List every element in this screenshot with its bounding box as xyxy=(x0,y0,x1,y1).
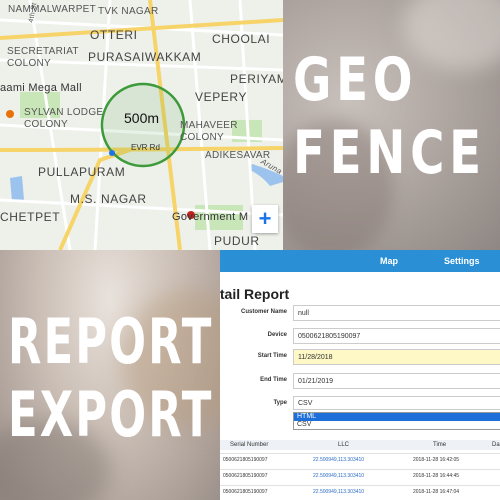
map-label: CHOOLAI xyxy=(212,32,271,46)
map-label: PUDUR xyxy=(214,234,260,248)
cell-serial: 0500621805190097 xyxy=(223,457,268,463)
geo-fence-banner: GEO FENCE xyxy=(283,0,500,250)
device-label: Device xyxy=(267,332,287,338)
cell-llc-link[interactable]: 22.500949,113.303410 xyxy=(313,489,364,495)
fence-heading: FENCE xyxy=(293,118,486,188)
map-pin[interactable] xyxy=(109,150,115,156)
customer-name-label: Customer Name xyxy=(240,309,287,315)
map-label: SYLVAN LODGE COLONY xyxy=(24,107,104,130)
map-pin[interactable] xyxy=(6,110,14,118)
geo-heading: GEO xyxy=(293,45,418,115)
report-app-window: Map Settings Detail Report Customer Name… xyxy=(220,250,500,500)
map-label: MAHAVEER COLONY xyxy=(180,120,238,143)
start-time-row: Start Time 11/28/2018 xyxy=(220,349,500,367)
map-label: Government M xyxy=(172,211,249,223)
map-label: aami Mega Mall xyxy=(0,82,82,94)
geofence-radius-label: 500m xyxy=(124,110,160,126)
table-row[interactable]: 0500621805190097 22.500949,113.303410 20… xyxy=(220,453,500,466)
table-row[interactable]: 0500621805190097 22.500949,113.303410 20… xyxy=(220,485,500,498)
map-label: ADIKESAVAR xyxy=(205,150,271,161)
device-row: Device 0500621805190097 xyxy=(220,328,500,346)
map-label: OTTERI xyxy=(90,28,138,42)
cell-time: 2018-11-28 16:44:45 xyxy=(413,473,460,479)
export-heading: EXPORT xyxy=(8,378,214,451)
type-select[interactable]: CSV xyxy=(293,396,500,410)
column-header[interactable]: Da xyxy=(492,442,500,448)
table-header: Serial Number LLC Time Da xyxy=(220,440,500,450)
report-heading: REPORT xyxy=(8,305,214,378)
map-label: CHETPET xyxy=(0,210,61,224)
nav-map[interactable]: Map xyxy=(380,256,398,266)
type-label: Type xyxy=(273,400,287,406)
device-field[interactable]: 0500621805190097 xyxy=(293,328,500,344)
map-label: M.S. NAGAR xyxy=(70,192,147,206)
top-navbar: Map Settings xyxy=(220,250,500,272)
cell-llc-link[interactable]: 22.500949,113.303410 xyxy=(313,457,364,463)
customer-name-row: Customer Name null xyxy=(220,305,500,323)
type-dropdown-list: HTML CSV xyxy=(293,412,500,430)
column-header[interactable]: Serial Number xyxy=(230,442,268,448)
cell-llc-link[interactable]: 22.500949,113.303410 xyxy=(313,473,364,479)
table-row[interactable]: 0500621805190097 22.500949,113.303410 20… xyxy=(220,469,500,482)
map-label: TVK NAGAR xyxy=(98,6,159,17)
zoom-in-button[interactable]: + xyxy=(252,205,278,233)
map-label: PULLAPURAM xyxy=(38,165,126,179)
map-label: SECRETARIAT COLONY xyxy=(7,46,79,69)
start-time-label: Start Time xyxy=(257,353,287,359)
map-label: VEPERY xyxy=(195,90,248,104)
end-time-row: End Time 01/21/2019 xyxy=(220,373,500,391)
map-label: NAMMALWARPET xyxy=(8,4,97,15)
customer-name-field[interactable]: null xyxy=(293,305,500,321)
end-time-field[interactable]: 01/21/2019 xyxy=(293,373,500,389)
map-label: PURASAIWAKKAM xyxy=(88,50,202,64)
type-option-csv[interactable]: CSV xyxy=(294,421,500,429)
road-label: EVR Rd xyxy=(131,143,160,152)
cell-serial: 0500621805190097 xyxy=(223,473,268,479)
end-time-label: End Time xyxy=(260,377,287,383)
map-label: PERIYAM xyxy=(230,72,283,86)
type-option-html[interactable]: HTML xyxy=(294,413,500,421)
column-header[interactable]: LLC xyxy=(338,442,349,448)
column-header[interactable]: Time xyxy=(433,442,446,448)
cell-time: 2018-11-28 16:42:05 xyxy=(413,457,460,463)
start-time-field[interactable]: 11/28/2018 xyxy=(293,349,500,365)
map-view[interactable]: NAMMALWARPET TVK NAGAR 4th St OTTERI CHO… xyxy=(0,0,283,250)
cell-serial: 0500621805190097 xyxy=(223,489,268,495)
composite-ad: NAMMALWARPET TVK NAGAR 4th St OTTERI CHO… xyxy=(0,0,500,500)
water-body xyxy=(10,176,24,202)
report-export-banner: REPORT EXPORT xyxy=(0,250,220,500)
nav-settings[interactable]: Settings xyxy=(444,256,480,266)
cell-time: 2018-11-28 16:47:04 xyxy=(413,489,460,495)
page-title: Detail Report xyxy=(220,286,290,302)
